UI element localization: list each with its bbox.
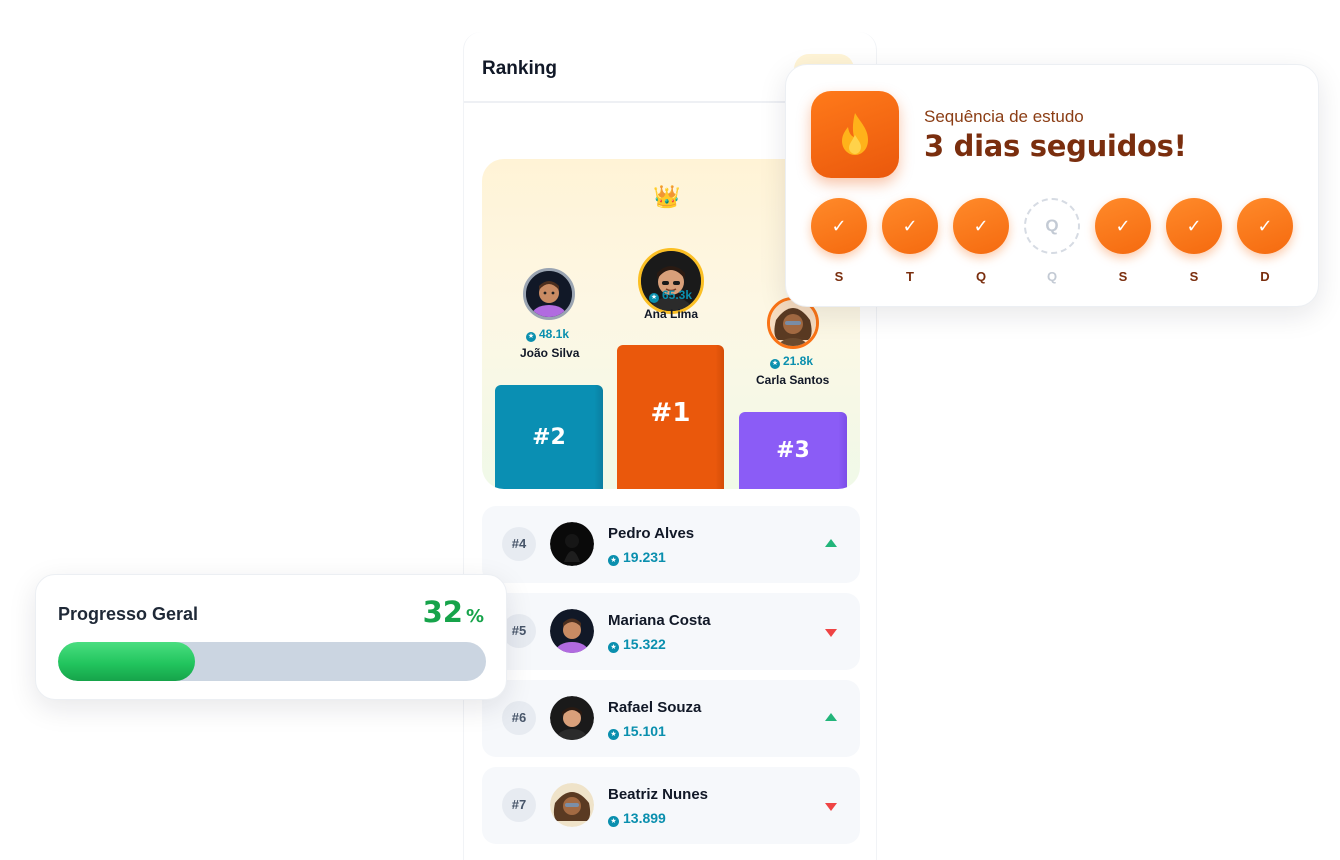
podium-label: #1 bbox=[650, 398, 691, 428]
rank-badge: #4 bbox=[502, 527, 536, 561]
star-icon: ★ bbox=[608, 642, 619, 653]
check-icon: ✓ bbox=[882, 198, 938, 254]
second-place-points: ★ 48.1k bbox=[526, 327, 569, 342]
check-icon: ✓ bbox=[811, 198, 867, 254]
player-points: ★ 15.101 bbox=[608, 723, 666, 740]
ranking-row[interactable]: #7 Beatriz Nunes ★ 13.899 bbox=[482, 767, 860, 844]
player-points: ★ 19.231 bbox=[608, 549, 666, 566]
progress-card: Progresso Geral 32% bbox=[35, 574, 507, 700]
day-label: T bbox=[906, 269, 914, 284]
check-icon: ✓ bbox=[1237, 198, 1293, 254]
rank-badge: #5 bbox=[502, 614, 536, 648]
rank-badge: #7 bbox=[502, 788, 536, 822]
points-value: 21.8k bbox=[783, 354, 814, 368]
third-place-name: Carla Santos bbox=[756, 373, 830, 387]
progress-percentage: 32% bbox=[423, 595, 484, 629]
avatar-second-place[interactable] bbox=[523, 268, 575, 320]
star-icon: ★ bbox=[608, 555, 619, 566]
points-value: 15.101 bbox=[623, 723, 666, 739]
player-points: ★ 13.899 bbox=[608, 810, 666, 827]
star-icon: ★ bbox=[649, 293, 659, 303]
day-label: Q bbox=[1046, 269, 1058, 284]
points-value: 15.322 bbox=[623, 636, 666, 652]
avatar-first-place[interactable] bbox=[638, 248, 704, 314]
flame-icon bbox=[811, 91, 899, 178]
day-label: S bbox=[1118, 269, 1128, 284]
day-wednesday: ✓ Q bbox=[953, 198, 1009, 284]
progress-number: 32 bbox=[422, 595, 463, 629]
trend-up-icon bbox=[825, 713, 837, 721]
check-icon: ✓ bbox=[1166, 198, 1222, 254]
day-monday: ✓ S bbox=[811, 198, 867, 284]
podium-label: #2 bbox=[532, 424, 566, 450]
day-sunday: ✓ D bbox=[1237, 198, 1293, 284]
day-label: Q bbox=[975, 269, 987, 284]
progress-bar bbox=[58, 642, 486, 681]
day-label: D bbox=[1260, 269, 1270, 284]
day-label: S bbox=[834, 269, 844, 284]
player-points: ★ 15.322 bbox=[608, 636, 666, 653]
player-name: Beatriz Nunes bbox=[608, 786, 709, 803]
progress-title: Progresso Geral bbox=[58, 604, 199, 624]
avatar bbox=[550, 783, 594, 827]
second-place-name: João Silva bbox=[520, 346, 580, 360]
ranking-row[interactable]: #6 Rafael Souza ★ 15.101 bbox=[482, 680, 860, 757]
trend-down-icon bbox=[825, 803, 837, 811]
avatar bbox=[550, 609, 594, 653]
missed-day-circle: Q bbox=[1024, 198, 1080, 254]
day-saturday: ✓ S bbox=[1166, 198, 1222, 284]
first-place-points: ★ 65.3k bbox=[649, 288, 692, 303]
progress-unit: % bbox=[465, 606, 484, 627]
trend-up-icon bbox=[825, 539, 837, 547]
ranking-row[interactable]: #4 Pedro Alves ★ 19.231 bbox=[482, 506, 860, 583]
star-icon: ★ bbox=[608, 729, 619, 740]
points-value: 65.3k bbox=[662, 288, 693, 302]
points-value: 13.899 bbox=[623, 810, 666, 826]
player-name: Rafael Souza bbox=[608, 699, 702, 716]
star-icon: ★ bbox=[608, 816, 619, 827]
day-tuesday: ✓ T bbox=[882, 198, 938, 284]
podium-block-third: #3 bbox=[739, 412, 847, 489]
player-name: Pedro Alves bbox=[608, 525, 695, 542]
points-value: 48.1k bbox=[539, 327, 570, 341]
points-value: 19.231 bbox=[623, 549, 666, 565]
podium-block-second: #2 bbox=[495, 385, 603, 489]
day-thursday: Q Q bbox=[1024, 198, 1080, 284]
streak-title: 3 dias seguidos! bbox=[924, 129, 1187, 163]
day-label: S bbox=[1189, 269, 1199, 284]
streak-card: Sequência de estudo 3 dias seguidos! ✓ S… bbox=[785, 64, 1319, 307]
podium-block-first: #1 bbox=[617, 345, 724, 489]
progress-bar-fill bbox=[58, 642, 195, 681]
avatar bbox=[550, 522, 594, 566]
avatar bbox=[550, 696, 594, 740]
podium-label: #3 bbox=[776, 438, 810, 463]
third-place-points: ★ 21.8k bbox=[770, 354, 813, 369]
day-friday: ✓ S bbox=[1095, 198, 1151, 284]
crown-icon: 👑 bbox=[653, 184, 681, 209]
ranking-row[interactable]: #5 Mariana Costa ★ 15.322 bbox=[482, 593, 860, 670]
first-place-name: Ana Lima bbox=[644, 307, 699, 321]
star-icon: ★ bbox=[770, 359, 780, 369]
check-icon: ✓ bbox=[1095, 198, 1151, 254]
check-icon: ✓ bbox=[953, 198, 1009, 254]
page-title: Ranking bbox=[482, 58, 557, 79]
trend-down-icon bbox=[825, 629, 837, 637]
player-name: Mariana Costa bbox=[608, 612, 711, 629]
rank-badge: #6 bbox=[502, 701, 536, 735]
streak-subtitle: Sequência de estudo bbox=[924, 107, 1084, 126]
star-icon: ★ bbox=[526, 332, 536, 342]
